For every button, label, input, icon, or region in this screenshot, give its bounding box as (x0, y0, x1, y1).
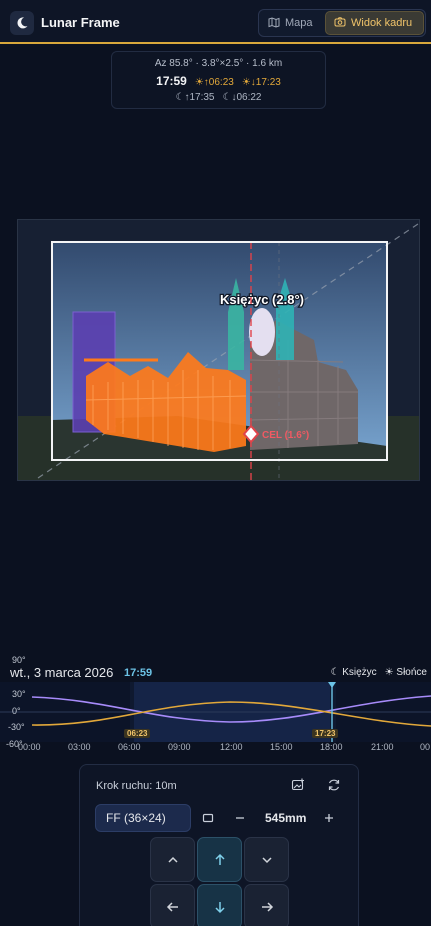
moon-label: Księżyc (2.8°) (220, 292, 304, 307)
info-card: Az 85.8° · 3.8°×2.5° · 1.6 km 17:59 ☀↑06… (111, 51, 326, 109)
x-label: 00:00 (18, 742, 41, 752)
move-left-button[interactable] (150, 884, 195, 926)
step-label: Krok ruchu: 10m (96, 780, 177, 792)
frame-icon[interactable] (196, 806, 220, 830)
controls-panel: Krok ruchu: 10m FF (36×24) 545mm (79, 764, 359, 926)
x-label: 06:00 (118, 742, 141, 752)
x-label: 12:00 (220, 742, 243, 752)
sunset-time: ☀↓17:23 (241, 77, 281, 88)
app-root: Lunar Frame Mapa Widok kadru Az 85.8° · … (0, 0, 431, 926)
x-label: 21:00 (371, 742, 394, 752)
y-label: 90° (12, 655, 26, 665)
arrow-left-icon (166, 901, 178, 912)
x-label: 15:00 (270, 742, 293, 752)
x-label: 09:00 (168, 742, 191, 752)
app-title: Lunar Frame (41, 15, 120, 30)
tilt-up-button[interactable] (150, 837, 195, 882)
legend-sun: ☀ Słońce (384, 667, 427, 678)
y-label: 0° (12, 706, 21, 716)
tab-frame-view[interactable]: Widok kadru (325, 11, 424, 35)
timeline-time: 17:59 (124, 667, 153, 679)
target-label: CEL (1.6°) (262, 430, 309, 441)
timeline-chart[interactable] (0, 682, 431, 760)
tab-frame-label: Widok kadru (351, 17, 413, 29)
minus-icon[interactable] (228, 806, 252, 830)
top-bar: Lunar Frame Mapa Widok kadru (0, 0, 431, 44)
sunrise-time: ☀↑06:23 (194, 77, 234, 88)
x-label: 03:00 (68, 742, 91, 752)
y-label: 30° (12, 689, 26, 699)
timeline-date: wt., 3 marca 2026 (10, 665, 114, 680)
arrow-right-icon (261, 901, 273, 912)
frame-viewer[interactable]: Księżyc (2.8°) CEL (1.6°) (17, 219, 420, 481)
map-icon (268, 16, 280, 31)
view-switcher: Mapa Widok kadru (258, 9, 426, 37)
image-plus-icon[interactable] (286, 773, 310, 797)
x-label: 18:00 (320, 742, 343, 752)
tilt-down-button[interactable] (244, 837, 289, 882)
move-forward-button[interactable] (197, 837, 242, 882)
sunrise-marker: 06:23 (124, 729, 151, 738)
moon-logo-icon (10, 11, 34, 35)
chevron-down-icon (261, 856, 272, 863)
sunset-marker: 17:23 (312, 729, 339, 738)
tab-map[interactable]: Mapa (260, 11, 321, 35)
timeline-legend: ☾ Księżyc ☀ Słońce (330, 667, 427, 678)
moon-disk (249, 308, 275, 356)
moonset-time: ☾↓06:22 (222, 92, 262, 103)
chevron-up-icon (167, 856, 178, 863)
arrow-down-icon (214, 901, 225, 913)
legend-moon: ☾ Księżyc (330, 667, 377, 678)
current-time: 17:59 (156, 74, 187, 88)
camera-icon (334, 16, 346, 31)
x-label: 00 (420, 742, 431, 752)
move-right-button[interactable] (244, 884, 289, 926)
moonrise-time: ☾↑17:35 (175, 92, 215, 103)
move-back-button[interactable] (197, 884, 242, 926)
focal-length: 545mm (265, 811, 307, 825)
tab-map-label: Mapa (285, 17, 313, 29)
y-label: -30° (8, 722, 25, 732)
sensor-select[interactable]: FF (36×24) (95, 804, 191, 832)
arrow-up-icon (214, 853, 225, 865)
refresh-icon[interactable] (322, 773, 346, 797)
plus-icon[interactable] (317, 806, 341, 830)
azimuth-info: Az 85.8° · 3.8°×2.5° · 1.6 km (154, 58, 283, 69)
